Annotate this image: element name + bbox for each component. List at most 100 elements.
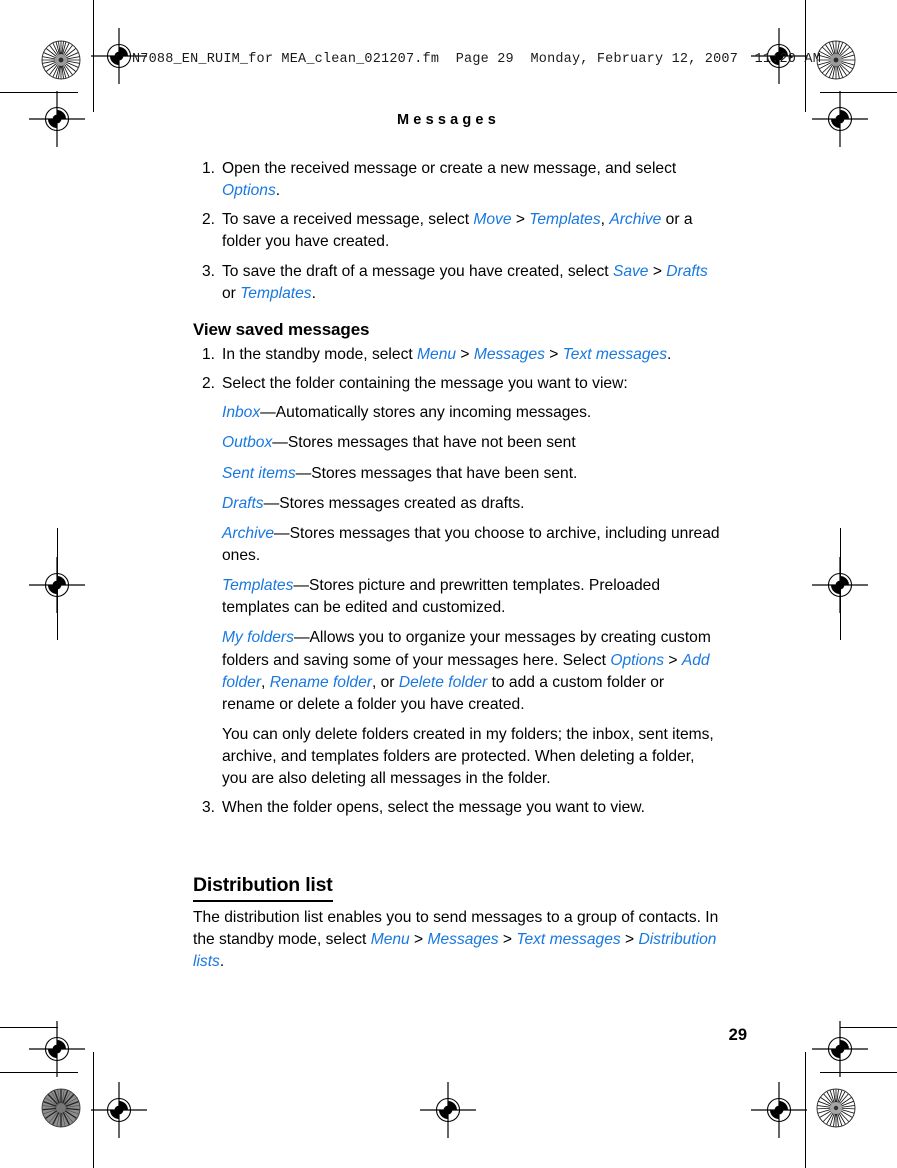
trim-line-bottom-right [820,1072,897,1073]
body-text: —Automatically stores any incoming messa… [260,404,592,422]
path-separator: > [620,931,639,949]
list-item-text: In the standby mode, select Menu > Messa… [222,346,671,363]
ui-term-link: Options [222,182,276,200]
path-separator: > [648,262,667,280]
ui-term-link: Archive [609,211,662,229]
list-item-text: To save the draft of a message you have … [222,263,708,302]
color-rosette-icon [816,40,856,80]
ui-term-link: Templates [240,284,312,302]
body-text: —Stores messages that have not been sent [272,434,576,452]
path-separator: > [511,211,530,229]
list-item: 1. Open the received message or create a… [193,158,720,202]
ui-term-link: Menu [417,345,457,363]
body-text: To save a received message, select [222,211,474,229]
trim-line-bottom-left [0,1072,78,1073]
printed-page: N7088_EN_RUIM_for MEA_clean_021207.fm Pa… [0,0,897,1168]
folder-definition: My folders—Allows you to organize your m… [193,627,720,716]
ui-term-link: Outbox [222,434,273,452]
list-item: 1. In the standby mode, select Menu > Me… [193,344,720,366]
path-separator: > [456,345,474,363]
save-message-steps: 1. Open the received message or create a… [193,158,720,305]
color-rosette-icon [41,40,81,80]
list-item: 3. To save the draft of a message you ha… [193,261,720,305]
registration-target-icon [812,1021,868,1077]
body-text: Open the received message or create a ne… [222,160,677,177]
list-marker: 2. [201,211,215,229]
trim-guide-left-mid [57,528,58,640]
trim-line-right-lower [805,1052,806,1168]
body-text: , [261,673,270,691]
color-rosette-icon [816,1088,856,1128]
folder-definition: Outbox—Stores messages that have not bee… [193,432,720,454]
trim-guide-right-mid [840,528,841,640]
ui-term-link: My folders [222,629,294,647]
list-marker: 1. [201,160,215,177]
ui-term-link: Menu [370,931,410,949]
ui-term-link: Inbox [222,404,261,422]
ui-term-link: Delete folder [398,673,488,691]
trim-line-top-right [820,92,897,93]
trim-line-left-lower [93,1052,94,1168]
path-separator: > [664,651,682,669]
body-text: —Stores messages that have been sent. [295,464,578,482]
list-item: 2. Select the folder containing the mess… [193,373,720,395]
body-text: . [219,953,225,971]
ui-term-link: Drafts [666,262,708,280]
list-marker: 2. [201,375,215,393]
trim-bar-bottom-left [0,1027,58,1028]
path-separator: > [409,931,428,949]
view-saved-steps: 1. In the standby mode, select Menu > Me… [193,344,720,395]
folder-definitions: Inbox—Automatically stores any incoming … [193,402,720,716]
ui-term-link: Options [610,651,665,669]
trim-line-left [93,0,94,112]
body-text: You can only delete folders created in m… [222,725,714,788]
folder-definition: Sent items—Stores messages that have bee… [193,463,720,485]
body-text: , or [371,673,399,691]
view-saved-final-step: 3. When the folder opens, select the mes… [193,797,720,819]
folder-definition: Inbox—Automatically stores any incoming … [193,402,720,424]
ui-term-link: Templates [222,577,294,595]
folder-definition: Drafts—Stores messages created as drafts… [193,493,720,515]
body-text: When the folder opens, select the messag… [222,799,646,817]
body-text: —Stores messages that you choose to arch… [222,524,720,564]
registration-target-icon [420,1082,476,1138]
body-text: Select the folder containing the message… [222,375,628,393]
trim-bar-bottom-right [840,1027,897,1028]
ui-term-link: Archive [222,524,274,542]
body-text: or [222,284,241,302]
registration-target-icon [91,1082,147,1138]
ui-term-link: Save [612,262,649,280]
folder-protection-note: You can only delete folders created in m… [193,724,720,790]
distribution-list-section: Distribution list [193,844,720,908]
list-marker: 3. [201,262,215,280]
list-marker: 1. [201,345,215,363]
folder-definition: Archive—Stores messages that you choose … [193,523,720,567]
ui-term-link: Text messages [516,931,621,949]
body-text: . [667,345,672,363]
body-text: . [311,284,316,302]
list-item-text: When the folder opens, select the messag… [222,799,645,816]
file-stamp: N7088_EN_RUIM_for MEA_clean_021207.fm Pa… [132,52,822,67]
body-text: To save the draft of a message you have … [222,262,613,280]
registration-target-icon [29,557,85,613]
list-marker: 3. [201,799,215,817]
list-item: 2. To save a received message, select Mo… [193,209,720,253]
list-item: 3. When the folder opens, select the mes… [193,797,720,819]
ui-term-link: Messages [473,345,545,363]
subsection-heading-view-saved-messages: View saved messages [193,319,370,339]
body-text: . [275,182,281,200]
page-content: 1. Open the received message or create a… [193,158,720,980]
ui-term-link: Move [473,211,512,229]
path-separator: > [498,931,517,949]
list-item-text: To save a received message, select Move … [222,211,693,250]
list-item-text: Select the folder containing the message… [222,375,628,392]
path-separator: > [544,345,563,363]
ui-term-link: Text messages [562,345,668,363]
ui-term-link: Messages [427,931,499,949]
folder-definition: Templates—Stores picture and prewritten … [193,575,720,619]
color-rosette-icon [41,1088,81,1128]
ui-term-link: Templates [529,211,601,229]
body-text: In the standby mode, select [222,345,418,363]
running-header: Messages [397,112,500,128]
ui-term-link: Rename folder [269,673,372,691]
